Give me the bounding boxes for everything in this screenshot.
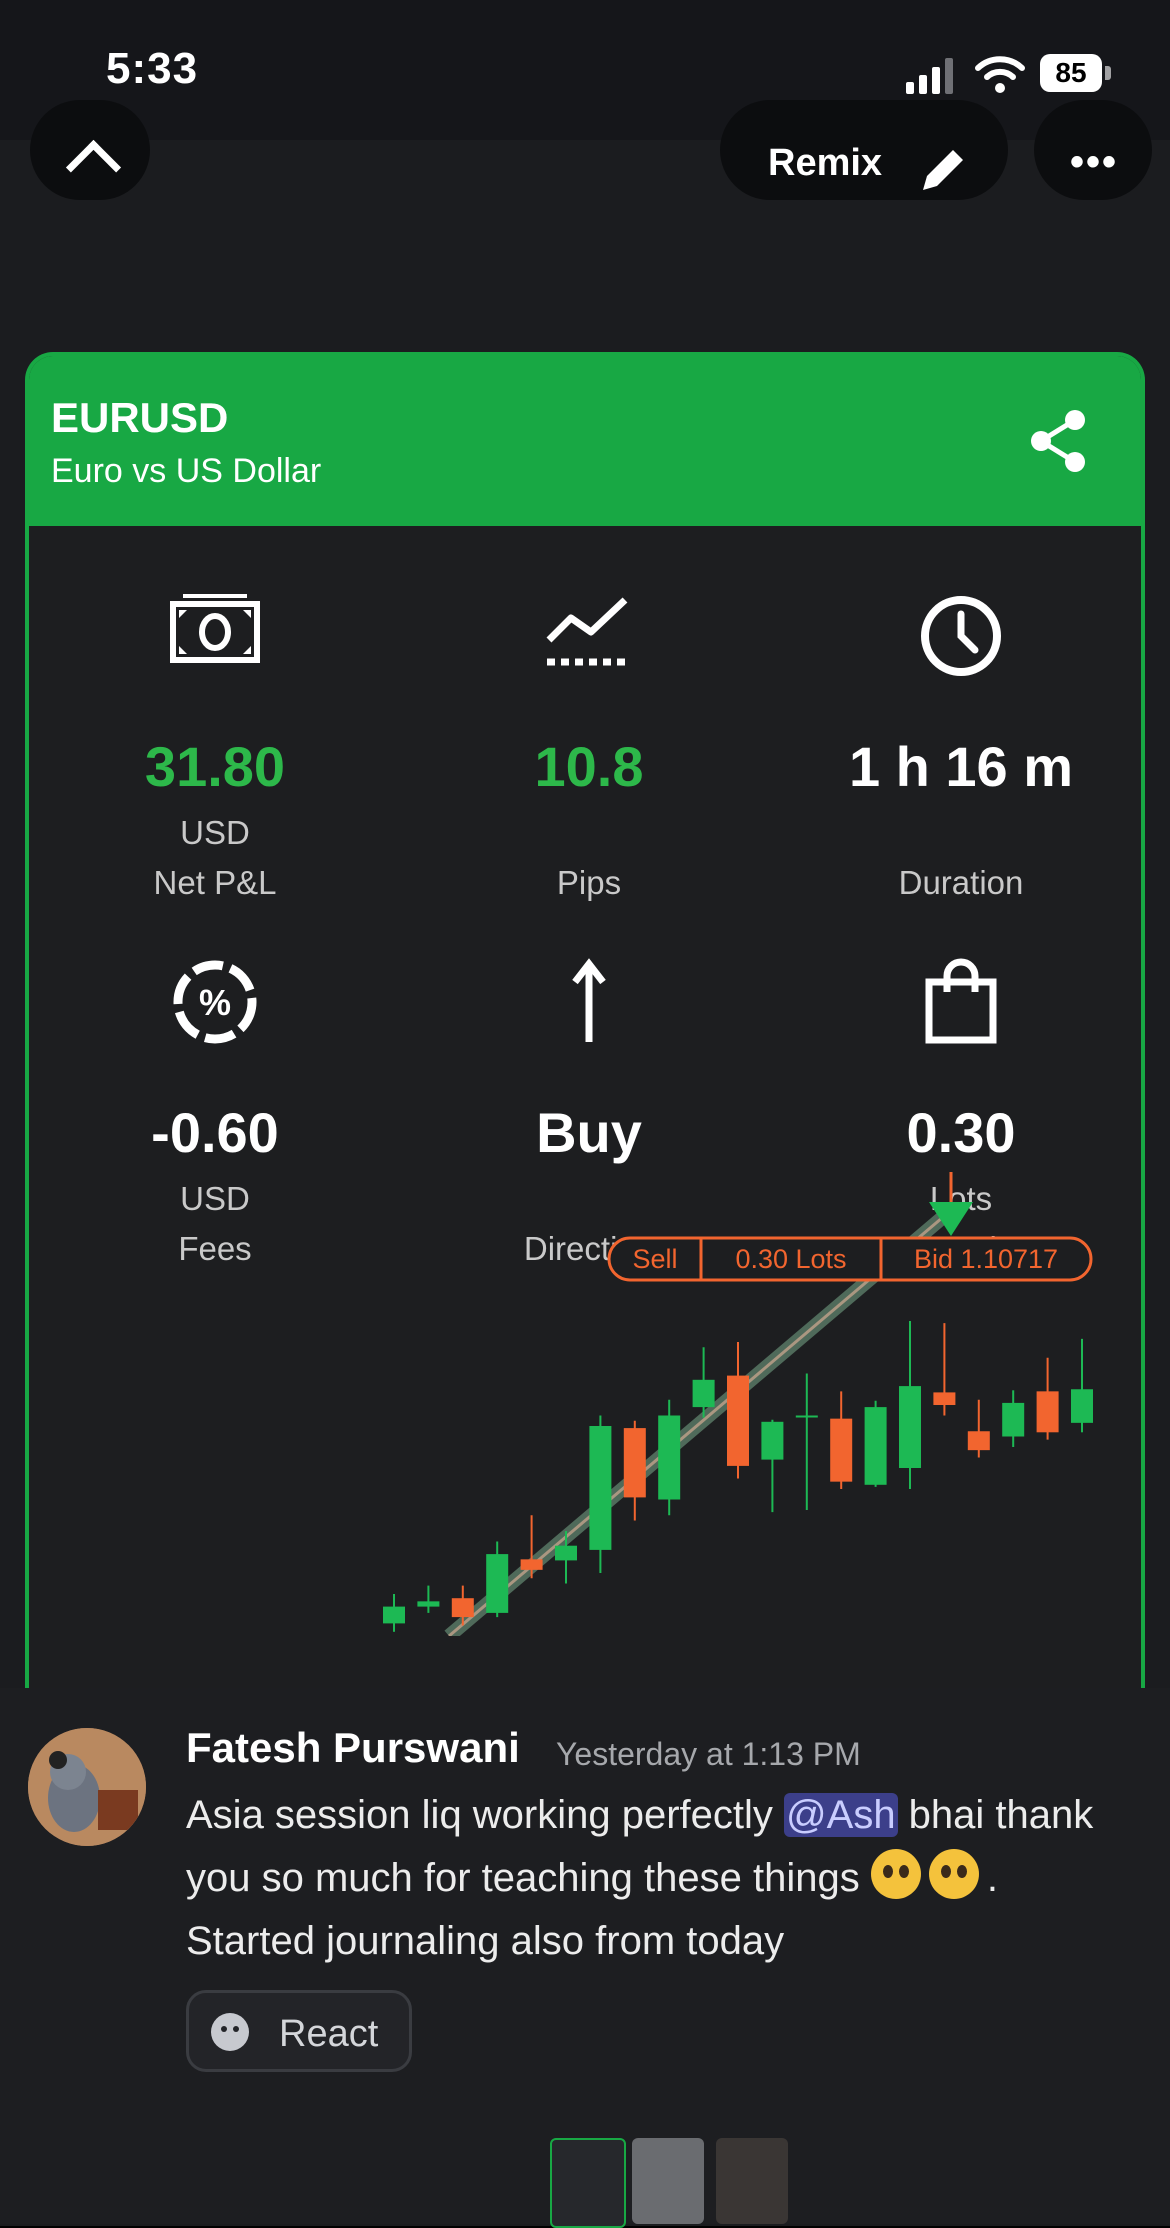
candle-body <box>658 1415 681 1500</box>
wifi-icon <box>975 56 1025 93</box>
candle-body <box>1036 1391 1059 1433</box>
pips-label: Pips <box>556 864 622 901</box>
candle-body <box>933 1392 956 1405</box>
money-icon <box>170 594 260 663</box>
arrow-up-icon <box>572 958 606 1042</box>
pnl-unit: USD <box>180 814 250 851</box>
candle-body <box>383 1606 405 1624</box>
more-options-button[interactable]: ••• <box>1034 100 1152 200</box>
symbol-description: Euro vs US Dollar <box>51 452 322 490</box>
candle-body <box>761 1421 784 1460</box>
pencil-icon <box>923 150 963 190</box>
candlestick-chart: Sell 0.30 Lots Bid 1.10717 <box>383 1172 1093 1636</box>
candle-body <box>727 1375 749 1466</box>
chat-message: Fatesh Purswani Yesterday at 1:13 PM Asi… <box>0 1688 1170 2228</box>
duration-label: Duration <box>898 864 1024 901</box>
react-button[interactable]: React <box>186 1990 412 2072</box>
pnl-label: Net P&L <box>153 864 277 901</box>
candle-body <box>967 1431 990 1451</box>
candle-body <box>486 1554 509 1613</box>
remix-label: Remix <box>768 142 883 184</box>
order-lots: 0.30 Lots <box>735 1244 846 1274</box>
candle-body <box>1071 1389 1093 1423</box>
chevron-up-icon <box>65 139 122 196</box>
order-bid: Bid 1.10717 <box>914 1244 1058 1274</box>
candle-body <box>451 1598 474 1618</box>
image-thumbnail-2[interactable] <box>632 2138 704 2224</box>
candle-body <box>864 1407 887 1485</box>
user-mention[interactable]: @Ash <box>784 1793 898 1837</box>
candle-body <box>795 1415 818 1418</box>
order-tag: Sell 0.30 Lots Bid 1.10717 <box>607 1236 1093 1282</box>
pips-value: 10.8 <box>534 735 644 798</box>
trend-line-icon <box>546 597 629 666</box>
candle-body <box>417 1601 440 1607</box>
card-header: EURUSD Euro vs US Dollar <box>29 356 1141 526</box>
symbol-title: EURUSD <box>51 394 229 441</box>
battery-icon: 85 <box>1040 54 1112 94</box>
avatar[interactable] <box>28 1728 146 1846</box>
react-label: React <box>279 2013 379 2055</box>
author-name[interactable]: Fatesh Purswani <box>186 1724 520 1772</box>
avatar-image <box>28 1728 146 1846</box>
candle-body <box>520 1559 543 1570</box>
percent-circle-icon: % <box>173 960 257 1044</box>
image-thumbnail-1[interactable] <box>550 2138 626 2228</box>
candle-body <box>623 1428 646 1498</box>
candle-body <box>830 1418 853 1482</box>
battery-level: 85 <box>1040 54 1102 92</box>
trade-card: EURUSD Euro vs US Dollar 31.80 USD Net P… <box>25 352 1145 1832</box>
message-timestamp: Yesterday at 1:13 PM <box>556 1736 861 1772</box>
duration-value: 1 h 16 m <box>848 735 1074 798</box>
candle-body <box>589 1426 612 1550</box>
pleading-face-emoji-icon <box>870 1849 921 1899</box>
more-icon: ••• <box>1070 140 1119 184</box>
pnl-value: 31.80 <box>144 735 286 798</box>
candle-body <box>1002 1402 1025 1437</box>
svg-text:%: % <box>199 982 231 1023</box>
candle-body <box>692 1379 715 1408</box>
candle-body <box>899 1386 921 1468</box>
order-side: Sell <box>632 1244 677 1274</box>
cellular-signal-icon <box>906 58 953 94</box>
smiley-icon <box>211 2013 249 2051</box>
image-viewer: Remix ••• EURUSD Euro vs US Dollar 31.80… <box>0 100 1170 2228</box>
remix-button[interactable]: Remix <box>720 100 1008 200</box>
clock-icon <box>921 596 1001 676</box>
share-icon[interactable] <box>1027 408 1089 474</box>
shopping-bag-icon <box>925 958 997 1044</box>
pleading-face-emoji-icon <box>928 1849 979 1899</box>
candle-body <box>555 1545 577 1561</box>
back-button[interactable] <box>30 100 150 200</box>
message-body: Asia session liq working perfectly @Ash … <box>186 1793 1094 1963</box>
image-thumbnail-3[interactable] <box>716 2138 788 2224</box>
status-time: 5:33 <box>106 44 199 93</box>
